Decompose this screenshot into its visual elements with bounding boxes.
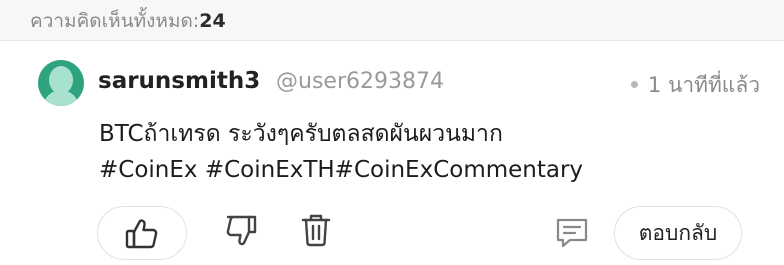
- avatar-body-shape: [43, 90, 79, 106]
- thumbs-up-icon: [125, 219, 158, 249]
- dislike-button[interactable]: [224, 214, 264, 254]
- like-button[interactable]: [97, 206, 187, 260]
- comments-header: ความคิดเห็นทั้งหมด:24: [0, 0, 784, 40]
- dot-separator: [630, 80, 638, 88]
- total-comments-number: 24: [199, 10, 226, 32]
- comment-body: BTCถ้าเทรด ระวังๆครับตลสดผันผวนมาก #Coin…: [99, 116, 739, 188]
- comment-time: 1 นาทีที่แล้ว: [630, 69, 760, 102]
- comment-hashtags[interactable]: #CoinEx #CoinExTH#CoinExCommentary: [99, 152, 739, 188]
- comment-button[interactable]: [554, 216, 594, 256]
- delete-button[interactable]: [298, 212, 338, 252]
- avatar[interactable]: [38, 60, 84, 106]
- user-handle: @user6293874: [276, 69, 444, 94]
- thumbs-down-icon: [226, 215, 257, 246]
- comment-time-text: 1 นาทีที่แล้ว: [647, 73, 760, 97]
- comment-icon: [556, 218, 588, 248]
- comment-line: BTCถ้าเทรด ระวังๆครับตลสดผันผวนมาก: [99, 121, 503, 147]
- total-comments-count: ความคิดเห็นทั้งหมด:24: [30, 6, 226, 36]
- reply-button[interactable]: ตอบกลับ: [614, 206, 742, 260]
- trash-icon: [301, 214, 331, 247]
- total-comments-label: ความคิดเห็นทั้งหมด:: [30, 10, 200, 32]
- username[interactable]: sarunsmith3: [98, 68, 260, 94]
